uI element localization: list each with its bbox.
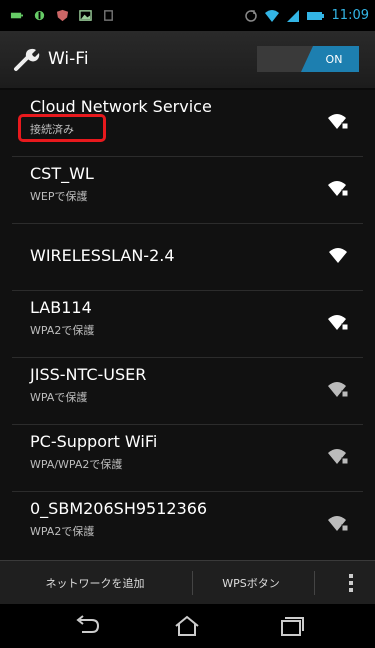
network-name: CST_WL bbox=[30, 164, 94, 183]
notification-icon bbox=[34, 10, 45, 21]
wifi-signal-icon bbox=[264, 9, 279, 22]
wifi-settings-screen: 11:09 Wi-Fi ON Cloud Network Service 接続済… bbox=[0, 0, 375, 648]
page-title: Wi-Fi bbox=[48, 49, 89, 69]
network-item[interactable]: PC-Support WiFi WPA/WPA2で保護 bbox=[12, 425, 363, 492]
wifi-toggle-label: ON bbox=[325, 52, 343, 66]
network-name: LAB114 bbox=[30, 298, 92, 317]
network-name: PC-Support WiFi bbox=[30, 432, 158, 451]
status-bar: 11:09 bbox=[0, 0, 375, 31]
status-right-icons: 11:09 bbox=[244, 8, 369, 23]
status-clock: 11:09 bbox=[331, 8, 369, 23]
connected-status-highlight bbox=[18, 114, 106, 142]
network-status: WPAで保護 bbox=[30, 391, 88, 404]
back-icon[interactable] bbox=[72, 614, 102, 638]
wrench-icon[interactable] bbox=[13, 45, 41, 73]
cell-signal-icon bbox=[286, 9, 299, 22]
network-name: 0_SBM206SH9512366 bbox=[30, 499, 208, 518]
rotation-icon bbox=[244, 9, 257, 22]
network-item[interactable]: CST_WL WEPで保護 bbox=[12, 157, 363, 224]
storage-icon bbox=[104, 10, 113, 21]
wifi-locked-icon bbox=[328, 382, 349, 398]
wifi-toggle-on-state: ON bbox=[301, 46, 359, 72]
button-divider bbox=[192, 571, 193, 595]
action-bar: Wi-Fi ON bbox=[0, 31, 375, 90]
network-name: WIRELESSLAN-2.4 bbox=[30, 246, 175, 265]
wifi-locked-icon bbox=[328, 516, 349, 532]
wifi-locked-icon bbox=[328, 449, 349, 465]
home-icon[interactable] bbox=[172, 614, 202, 638]
battery-icon bbox=[10, 12, 23, 19]
wifi-locked-icon bbox=[328, 114, 349, 130]
network-item[interactable]: JISS-NTC-USER WPAで保護 bbox=[12, 358, 363, 425]
status-left-icons bbox=[10, 9, 115, 22]
navigation-bar bbox=[0, 604, 375, 648]
shield-icon bbox=[56, 9, 69, 22]
wifi-open-icon bbox=[329, 248, 347, 263]
network-item[interactable]: 0_SBM206SH9512366 WPA2で保護 bbox=[12, 492, 363, 558]
network-status: WPA2で保護 bbox=[30, 324, 95, 337]
wifi-locked-icon bbox=[328, 181, 349, 197]
image-icon bbox=[79, 10, 92, 21]
network-status: WPA2で保護 bbox=[30, 525, 95, 538]
network-status: WPA/WPA2で保護 bbox=[30, 458, 123, 471]
recent-apps-icon[interactable] bbox=[276, 614, 306, 638]
wps-button[interactable]: WPSボタン bbox=[196, 561, 306, 604]
add-network-button[interactable]: ネットワークを追加 bbox=[0, 561, 190, 604]
network-item[interactable]: WIRELESSLAN-2.4 bbox=[12, 224, 363, 291]
button-divider bbox=[314, 571, 315, 595]
network-item[interactable]: LAB114 WPA2で保護 bbox=[12, 291, 363, 358]
network-name: JISS-NTC-USER bbox=[30, 365, 147, 384]
wifi-toggle[interactable]: ON bbox=[257, 46, 359, 72]
overflow-menu-icon[interactable] bbox=[336, 561, 366, 604]
network-status: WEPで保護 bbox=[30, 190, 88, 203]
bottom-button-bar: ネットワークを追加 WPSボタン bbox=[0, 560, 375, 604]
battery-status-icon bbox=[306, 11, 324, 20]
wifi-locked-icon bbox=[328, 315, 349, 331]
network-list: Cloud Network Service 接続済み CST_WL WEPで保護… bbox=[0, 90, 375, 558]
